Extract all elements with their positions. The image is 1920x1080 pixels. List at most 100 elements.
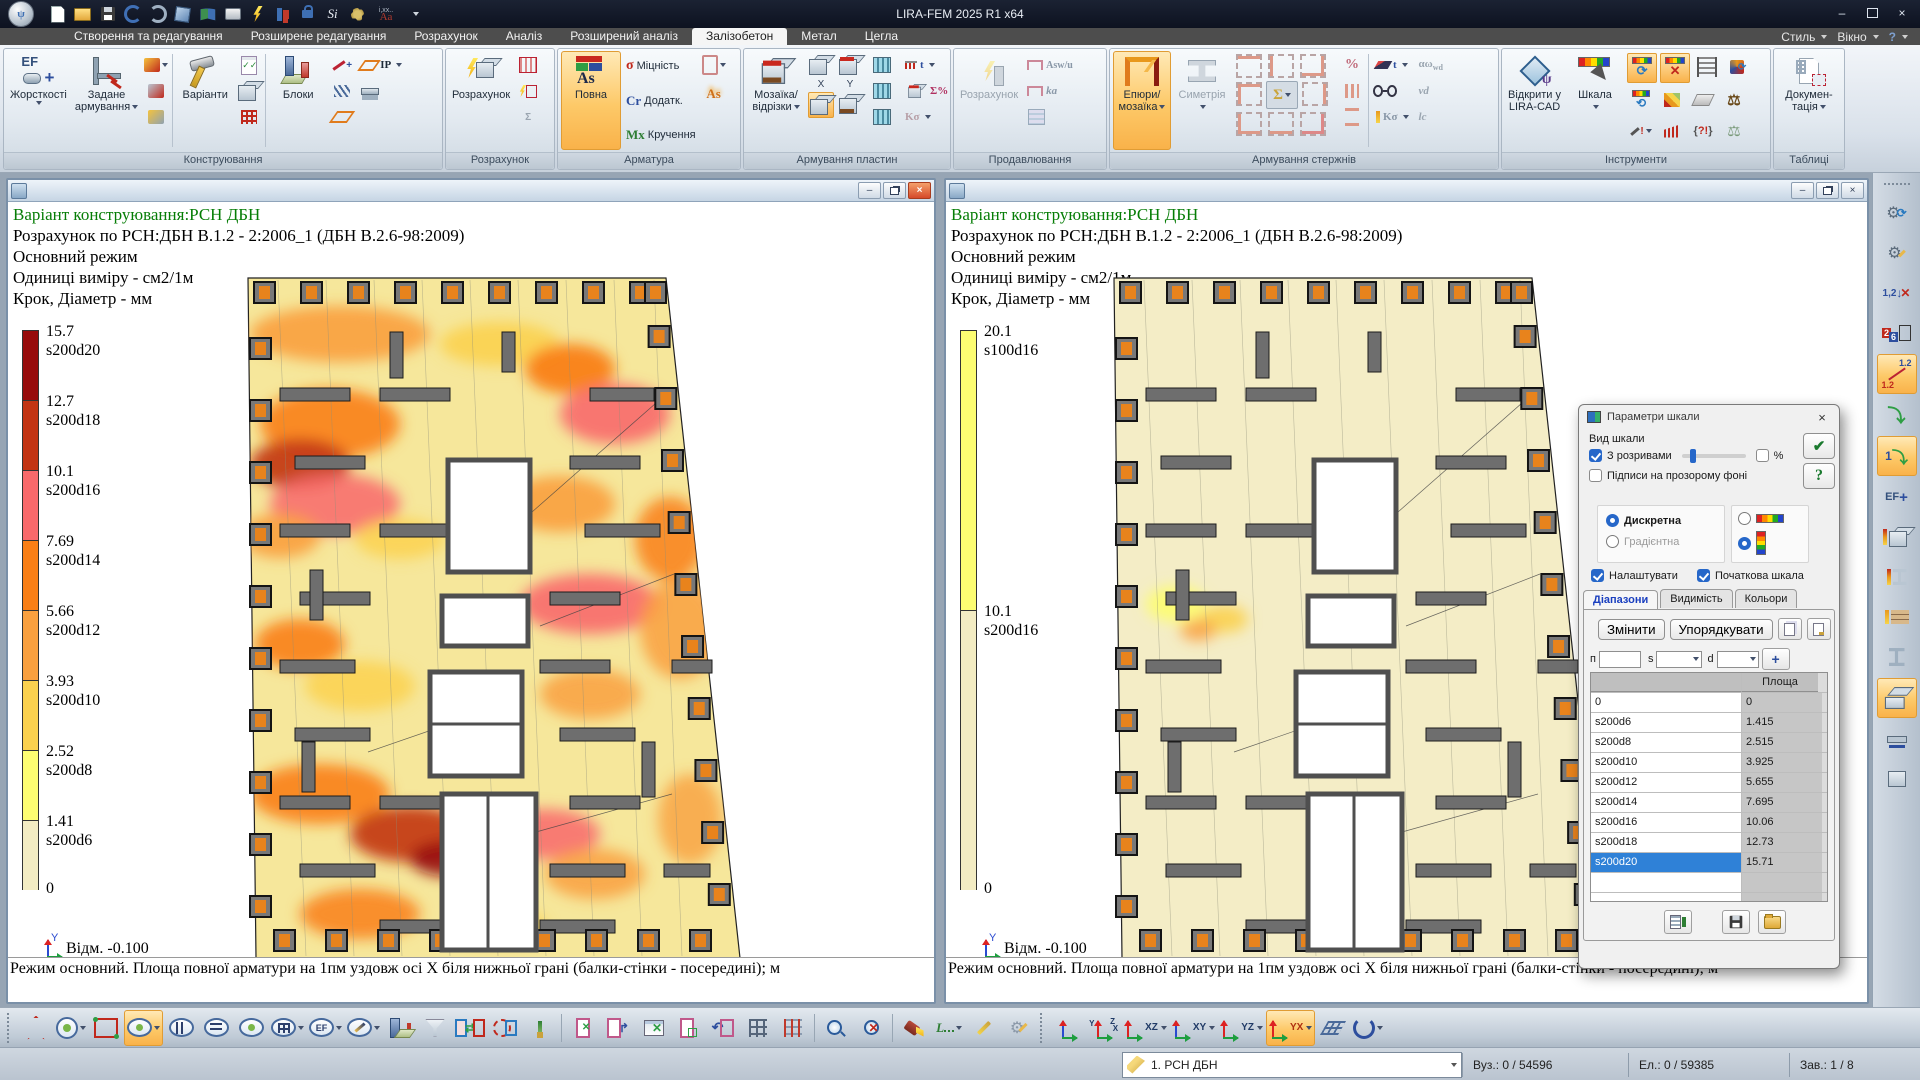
si-units-icon[interactable]: Si xyxy=(323,5,342,24)
model-view-canvas[interactable] xyxy=(240,274,760,962)
section-corner-icon[interactable] xyxy=(1298,53,1328,79)
redo-icon[interactable] xyxy=(148,5,167,24)
undo-icon[interactable] xyxy=(123,5,142,24)
scales-green-icon[interactable]: ⚖ xyxy=(1720,117,1748,145)
add-rods-group-icon[interactable] xyxy=(330,79,354,103)
values-on-diagram-icon[interactable]: 1.21.2 xyxy=(1877,354,1917,394)
child-restore-button[interactable] xyxy=(883,182,906,199)
import-arrow-icon[interactable]: ⤵ xyxy=(1878,396,1916,434)
pages-26-icon[interactable]: 26 xyxy=(1878,314,1916,352)
dialog-close-button[interactable]: × xyxy=(1813,408,1831,426)
asw-u-button[interactable]: Asw/u xyxy=(1024,53,1076,77)
customize-checkbox[interactable]: Налаштувати xyxy=(1591,569,1678,582)
axes-yz-button[interactable]: YZ xyxy=(1218,1011,1265,1045)
gear-pencil-icon[interactable]: ⚙ xyxy=(1002,1011,1036,1045)
bricks-icon[interactable] xyxy=(1878,598,1916,636)
style-menu[interactable]: Стиль xyxy=(1781,30,1815,44)
transparent-labels-checkbox[interactable]: Підписи на прозорому фоні xyxy=(1589,469,1831,482)
filter-funnel-icon[interactable] xyxy=(418,1011,452,1045)
tab-ranges[interactable]: Діапазони xyxy=(1583,590,1658,609)
stiffness-button[interactable]: EF + Жорсткості xyxy=(7,51,70,150)
scales-balance-icon[interactable]: ⚖ xyxy=(1720,86,1748,114)
fragment-select-icon[interactable] xyxy=(488,1011,522,1045)
glasses-icon[interactable] xyxy=(1373,79,1397,103)
tab-reinforced-concrete[interactable]: Залізобетон xyxy=(692,28,787,45)
copy-icon[interactable] xyxy=(1778,618,1802,640)
reinforce-wall-2-icon[interactable] xyxy=(144,79,168,103)
axes-xz-button[interactable]: XZ xyxy=(1122,1011,1169,1045)
axes-xyz-icon[interactable]: ZYX xyxy=(1087,1011,1121,1045)
lightning-grid-icon[interactable] xyxy=(516,79,540,103)
epures-mosaic-button[interactable]: Епюри/мозаїка xyxy=(1113,51,1171,150)
solid-cube-icon[interactable] xyxy=(237,79,261,103)
maximize-button[interactable] xyxy=(1858,2,1886,24)
section-right-icon[interactable] xyxy=(1300,81,1330,107)
select-polygon-icon[interactable] xyxy=(19,1011,53,1045)
zoom-in-icon[interactable] xyxy=(819,1011,853,1045)
axes-xy-button[interactable]: XY xyxy=(1170,1011,1217,1045)
sort-delete-icon[interactable]: 1,2↓✕ xyxy=(1878,274,1916,312)
s-combo[interactable] xyxy=(1656,651,1702,668)
load-scale-icon[interactable] xyxy=(1758,910,1786,934)
variants-button[interactable]: Варіанти xyxy=(176,51,234,150)
close-button[interactable]: × xyxy=(1888,2,1916,24)
tab-analysis[interactable]: Аналіз xyxy=(492,28,556,45)
steel-ibeam-icon[interactable] xyxy=(1878,638,1916,676)
camera-icon[interactable] xyxy=(223,5,242,24)
view-ef-button[interactable]: EF xyxy=(307,1011,344,1045)
diagram-3d-icon[interactable] xyxy=(273,5,292,24)
ip-section-button[interactable]: IP xyxy=(358,53,405,77)
child-close-button[interactable]: × xyxy=(1841,182,1864,199)
table-row-empty[interactable] xyxy=(1591,893,1827,902)
d-combo[interactable] xyxy=(1717,651,1759,668)
initial-scale-checkbox[interactable]: Початкова шкала xyxy=(1697,569,1804,582)
select-node-button[interactable] xyxy=(54,1011,88,1045)
tab-advanced-editing[interactable]: Розширене редагування xyxy=(237,28,401,45)
cube-x-top-icon[interactable] xyxy=(808,53,832,77)
frame-building-icon[interactable] xyxy=(741,1011,775,1045)
dialog-help-button[interactable]: ? xyxy=(1803,463,1835,489)
panel-icon[interactable] xyxy=(1878,760,1916,798)
section-bottom-icon[interactable] xyxy=(1266,111,1296,137)
axes-3d-icon[interactable] xyxy=(1052,1011,1086,1045)
red-grid-icon[interactable] xyxy=(237,105,261,129)
import-one-arrow-icon[interactable]: 1⤵ xyxy=(1877,436,1917,476)
cube-y-top-icon[interactable] xyxy=(838,53,862,77)
fire-rebar-icon[interactable]: As xyxy=(702,79,726,109)
tab-calculation[interactable]: Розрахунок xyxy=(400,28,491,45)
select-mesh-icon[interactable] xyxy=(89,1011,123,1045)
save-icon[interactable] xyxy=(98,5,117,24)
palette-refresh-icon[interactable]: ⟳ xyxy=(1724,53,1752,81)
mosaic-segments-button[interactable]: Мозаїка/відрізки xyxy=(747,51,805,150)
striped-cube-2-icon[interactable] xyxy=(870,79,894,103)
child-minimize-button[interactable]: – xyxy=(858,182,881,199)
full-rebar-button[interactable]: As Повна xyxy=(561,51,621,150)
table-row[interactable]: 00 xyxy=(1591,693,1827,713)
section-bottom-right-icon[interactable] xyxy=(1298,111,1328,137)
colored-cube-icon[interactable] xyxy=(1878,518,1916,556)
table-row-empty[interactable] xyxy=(1591,873,1827,893)
color-stairs-icon[interactable] xyxy=(1658,86,1686,114)
paste-icon[interactable] xyxy=(1807,618,1831,640)
lightning-icon[interactable] xyxy=(248,5,267,24)
apply-scale-icon[interactable] xyxy=(1664,910,1692,934)
lc-button[interactable]: lc xyxy=(1416,105,1446,129)
torsion-button[interactable]: MxКручення xyxy=(623,123,699,147)
view-grid-button[interactable] xyxy=(269,1011,306,1045)
toolbar-grip[interactable] xyxy=(7,1013,15,1043)
pencil-icon[interactable] xyxy=(967,1011,1001,1045)
element-axes-icon[interactable]: ↱ xyxy=(601,1011,635,1045)
minimize-button[interactable]: – xyxy=(1828,2,1856,24)
nu-d-button[interactable]: νd xyxy=(1416,79,1446,103)
section-sum-button[interactable]: Σ xyxy=(1266,81,1298,109)
scale-refresh-button[interactable]: ⟳ xyxy=(1627,53,1657,83)
tab-steel[interactable]: Метал xyxy=(787,28,850,45)
change-button[interactable]: Змінити xyxy=(1598,619,1665,640)
abacus-icon[interactable] xyxy=(1693,53,1721,81)
section-corners-top-icon[interactable] xyxy=(1234,53,1264,79)
striped-cube-1-icon[interactable] xyxy=(870,53,894,77)
view-horizontal-lines-icon[interactable] xyxy=(199,1011,233,1045)
book-icon[interactable] xyxy=(198,5,217,24)
order-button[interactable]: Упорядкувати xyxy=(1670,619,1773,640)
scale-update-small-icon[interactable]: ⟲ xyxy=(1627,86,1655,114)
